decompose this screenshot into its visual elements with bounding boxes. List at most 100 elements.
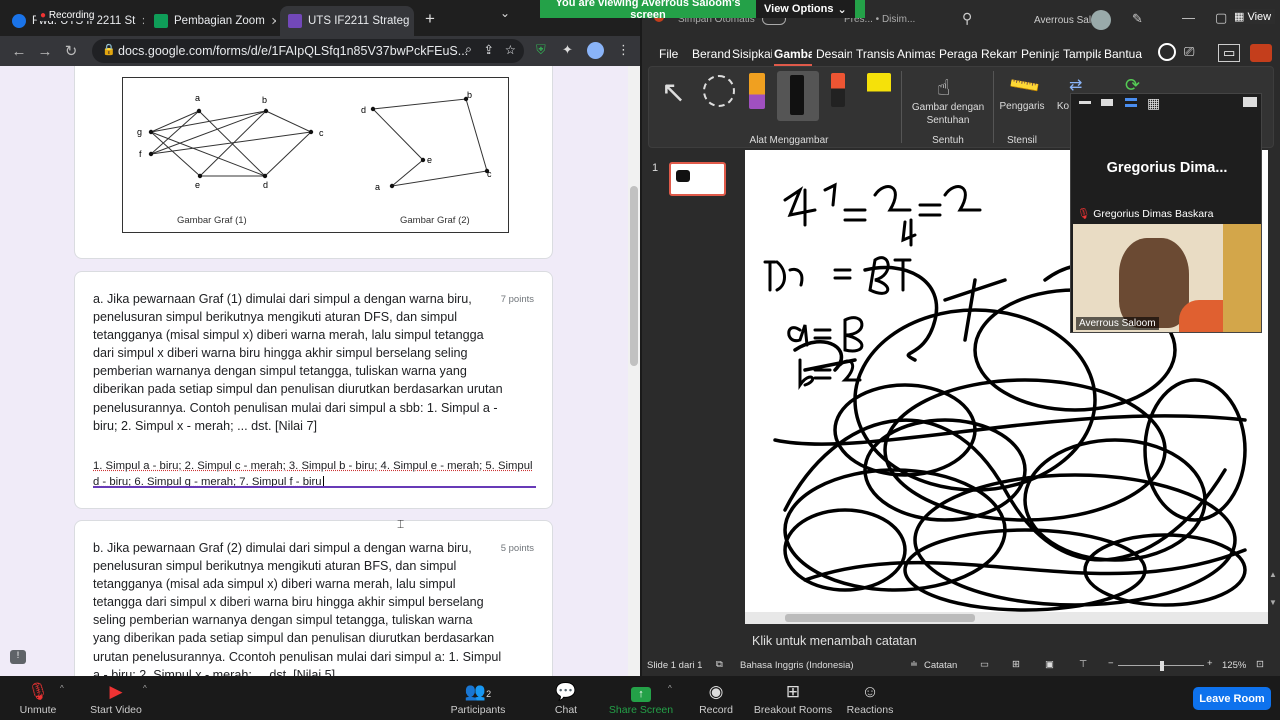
zoom-minus[interactable]: − <box>1108 658 1114 669</box>
speaker-label: 🎙 Gregorius Dimas Baskara <box>1077 208 1214 220</box>
touch-hand-icon[interactable]: ☝ <box>937 75 950 101</box>
start-video-button[interactable]: ▶ Start Video <box>82 680 150 716</box>
ruler-button[interactable]: Penggaris <box>997 101 1047 112</box>
participants-button[interactable]: 👥2 Participants <box>446 680 510 716</box>
menu-kebab-icon[interactable]: ⋮ <box>617 42 630 58</box>
side-by-side-icon[interactable] <box>1125 98 1137 107</box>
unmute-button[interactable]: 🎙 Unmute <box>10 680 66 716</box>
gallery-grid-icon[interactable]: ▦ <box>1147 95 1160 112</box>
menu-file[interactable]: File <box>659 47 685 61</box>
restore-icon[interactable]: ▢ <box>1215 10 1227 26</box>
pen-orange-icon[interactable] <box>749 73 765 109</box>
extensions-icon[interactable]: ✦ <box>562 42 573 58</box>
chat-icon: 💬 <box>555 682 577 701</box>
feedback-icon[interactable]: ! <box>10 650 26 664</box>
divider <box>993 71 994 143</box>
slideshow-icon[interactable]: ⊤ <box>1079 659 1087 670</box>
fit-slide-icon[interactable]: ⊡ <box>1256 659 1264 670</box>
scrollbar-thumb[interactable] <box>630 186 638 366</box>
node-label: b <box>467 90 473 100</box>
comments-icon[interactable]: ▭ <box>1218 44 1241 62</box>
menu-transisi[interactable]: Transisi <box>856 47 894 61</box>
share-ppt-button[interactable] <box>1250 44 1272 62</box>
bookmark-star-icon[interactable]: ☆ <box>505 42 516 57</box>
tab-pembagian-zoom[interactable]: Pembagian Zoom ✕ <box>146 6 276 36</box>
menu-desain[interactable]: Desain <box>816 47 852 61</box>
pen-icon[interactable]: ✎ <box>1132 11 1143 27</box>
close-icon[interactable]: ✕ <box>141 15 144 28</box>
chat-button[interactable]: 💬 Chat <box>542 680 590 716</box>
user-avatar[interactable] <box>1091 10 1111 30</box>
notes-icon[interactable]: ≐ <box>910 659 918 670</box>
normal-view-icon[interactable]: ▭ <box>980 659 989 670</box>
slide-vertical-scrollbar[interactable]: ▲ ▼ <box>1268 150 1278 624</box>
present-icon[interactable]: ⎚ <box>1184 44 1194 60</box>
sheets-icon <box>154 14 168 28</box>
scrollbar-thumb[interactable] <box>785 614 975 622</box>
group-label: Stensil <box>1006 135 1037 146</box>
leave-room-button[interactable]: Leave Room <box>1193 687 1271 710</box>
record-icon[interactable] <box>1158 43 1176 61</box>
lasso-icon[interactable] <box>703 75 735 107</box>
menu-beranda[interactable]: Berand <box>692 47 730 61</box>
convert-icon[interactable]: ⇄ <box>1069 75 1082 95</box>
view-options-button[interactable]: View Options ⌄ <box>756 0 855 18</box>
reading-view-icon[interactable]: ▣ <box>1045 659 1054 670</box>
tab-uts-form[interactable]: UTS IF2211 Strateg ✕ <box>280 6 414 36</box>
menu-rekam[interactable]: Rekam <box>981 47 1017 61</box>
speaker-view-icon[interactable] <box>1101 99 1113 106</box>
close-icon[interactable]: ✕ <box>271 15 276 28</box>
address-bar-row: ← → ↻ 🔒 docs.google.com/forms/d/e/1FAIpQ… <box>0 36 640 66</box>
slide-sorter-icon[interactable]: ⊞ <box>1012 659 1020 670</box>
notes-button[interactable]: Catatan <box>924 660 957 671</box>
pen-red-icon[interactable] <box>831 73 845 107</box>
notes-pane[interactable]: Klik untuk menambah catatan <box>742 628 1272 652</box>
menu-peragaan[interactable]: Peraga <box>939 47 977 61</box>
menu-tampilan[interactable]: Tampila <box>1063 47 1101 61</box>
menu-bantuan[interactable]: Bantua <box>1104 47 1146 61</box>
expand-panel-icon[interactable] <box>1243 97 1257 107</box>
page-scrollbar[interactable] <box>628 66 640 676</box>
select-cursor-icon[interactable]: ↖ <box>661 75 686 110</box>
zoom-lens-icon[interactable]: ⌕ <box>465 42 472 57</box>
highlighter-icon[interactable] <box>867 73 891 107</box>
forward-icon[interactable]: → <box>32 43 58 60</box>
record-button[interactable]: ◉ Record <box>692 680 740 716</box>
slide-horizontal-scrollbar[interactable] <box>745 612 1268 624</box>
scroll-up-icon[interactable]: ▲ <box>1269 570 1277 579</box>
menu-sisipkan[interactable]: Sisipkai <box>732 47 772 61</box>
accessibility-icon[interactable]: ⧉ <box>716 659 723 670</box>
minimize-panel-icon[interactable] <box>1079 101 1091 104</box>
node-label: d <box>361 105 367 115</box>
search-icon[interactable]: ⚲ <box>962 10 972 27</box>
reactions-button[interactable]: ☺ Reactions <box>844 680 896 716</box>
zoom-plus[interactable]: + <box>1207 658 1213 669</box>
chevron-up-icon[interactable]: ^ <box>668 684 672 693</box>
tab-search-icon[interactable]: ⌄ <box>500 6 510 20</box>
new-tab-button[interactable]: + <box>425 9 435 29</box>
slide-thumbnail[interactable] <box>669 162 726 196</box>
chevron-up-icon[interactable]: ^ <box>143 684 147 693</box>
zoom-slider-handle[interactable] <box>1160 661 1164 671</box>
ruler-icon[interactable]: 📏 <box>1006 67 1043 104</box>
reload-icon[interactable]: ↻ <box>58 42 84 60</box>
language-label[interactable]: Bahasa Inggris (Indonesia) <box>740 660 854 671</box>
touch-draw-button[interactable]: Gambar dengan Sentuhan <box>907 101 989 127</box>
slide-number: 1 <box>652 162 659 174</box>
profile-avatar[interactable] <box>587 42 604 59</box>
share-icon[interactable]: ⇪ <box>484 42 494 57</box>
chevron-up-icon[interactable]: ^ <box>60 684 64 693</box>
url-field[interactable]: 🔒 docs.google.com/forms/d/e/1FAIpQLSfq1n… <box>92 39 524 63</box>
minimize-icon[interactable]: — <box>1182 10 1195 25</box>
scroll-down-icon[interactable]: ▼ <box>1269 598 1277 607</box>
back-icon[interactable]: ← <box>6 43 32 60</box>
zoom-view-button[interactable]: ▦ View <box>1230 9 1276 24</box>
menu-peninjauan[interactable]: Peninja <box>1021 47 1059 61</box>
adblock-shield-icon[interactable]: ⛨ <box>536 42 546 58</box>
share-screen-button[interactable]: ↑ Share Screen <box>604 680 678 716</box>
breakout-rooms-button[interactable]: ⊞ Breakout Rooms <box>752 680 834 716</box>
menu-gambar[interactable]: Gamba <box>774 47 812 66</box>
node-label: e <box>427 155 433 165</box>
zoom-level[interactable]: 125% <box>1222 660 1246 671</box>
menu-animasi[interactable]: Animas <box>897 47 935 61</box>
